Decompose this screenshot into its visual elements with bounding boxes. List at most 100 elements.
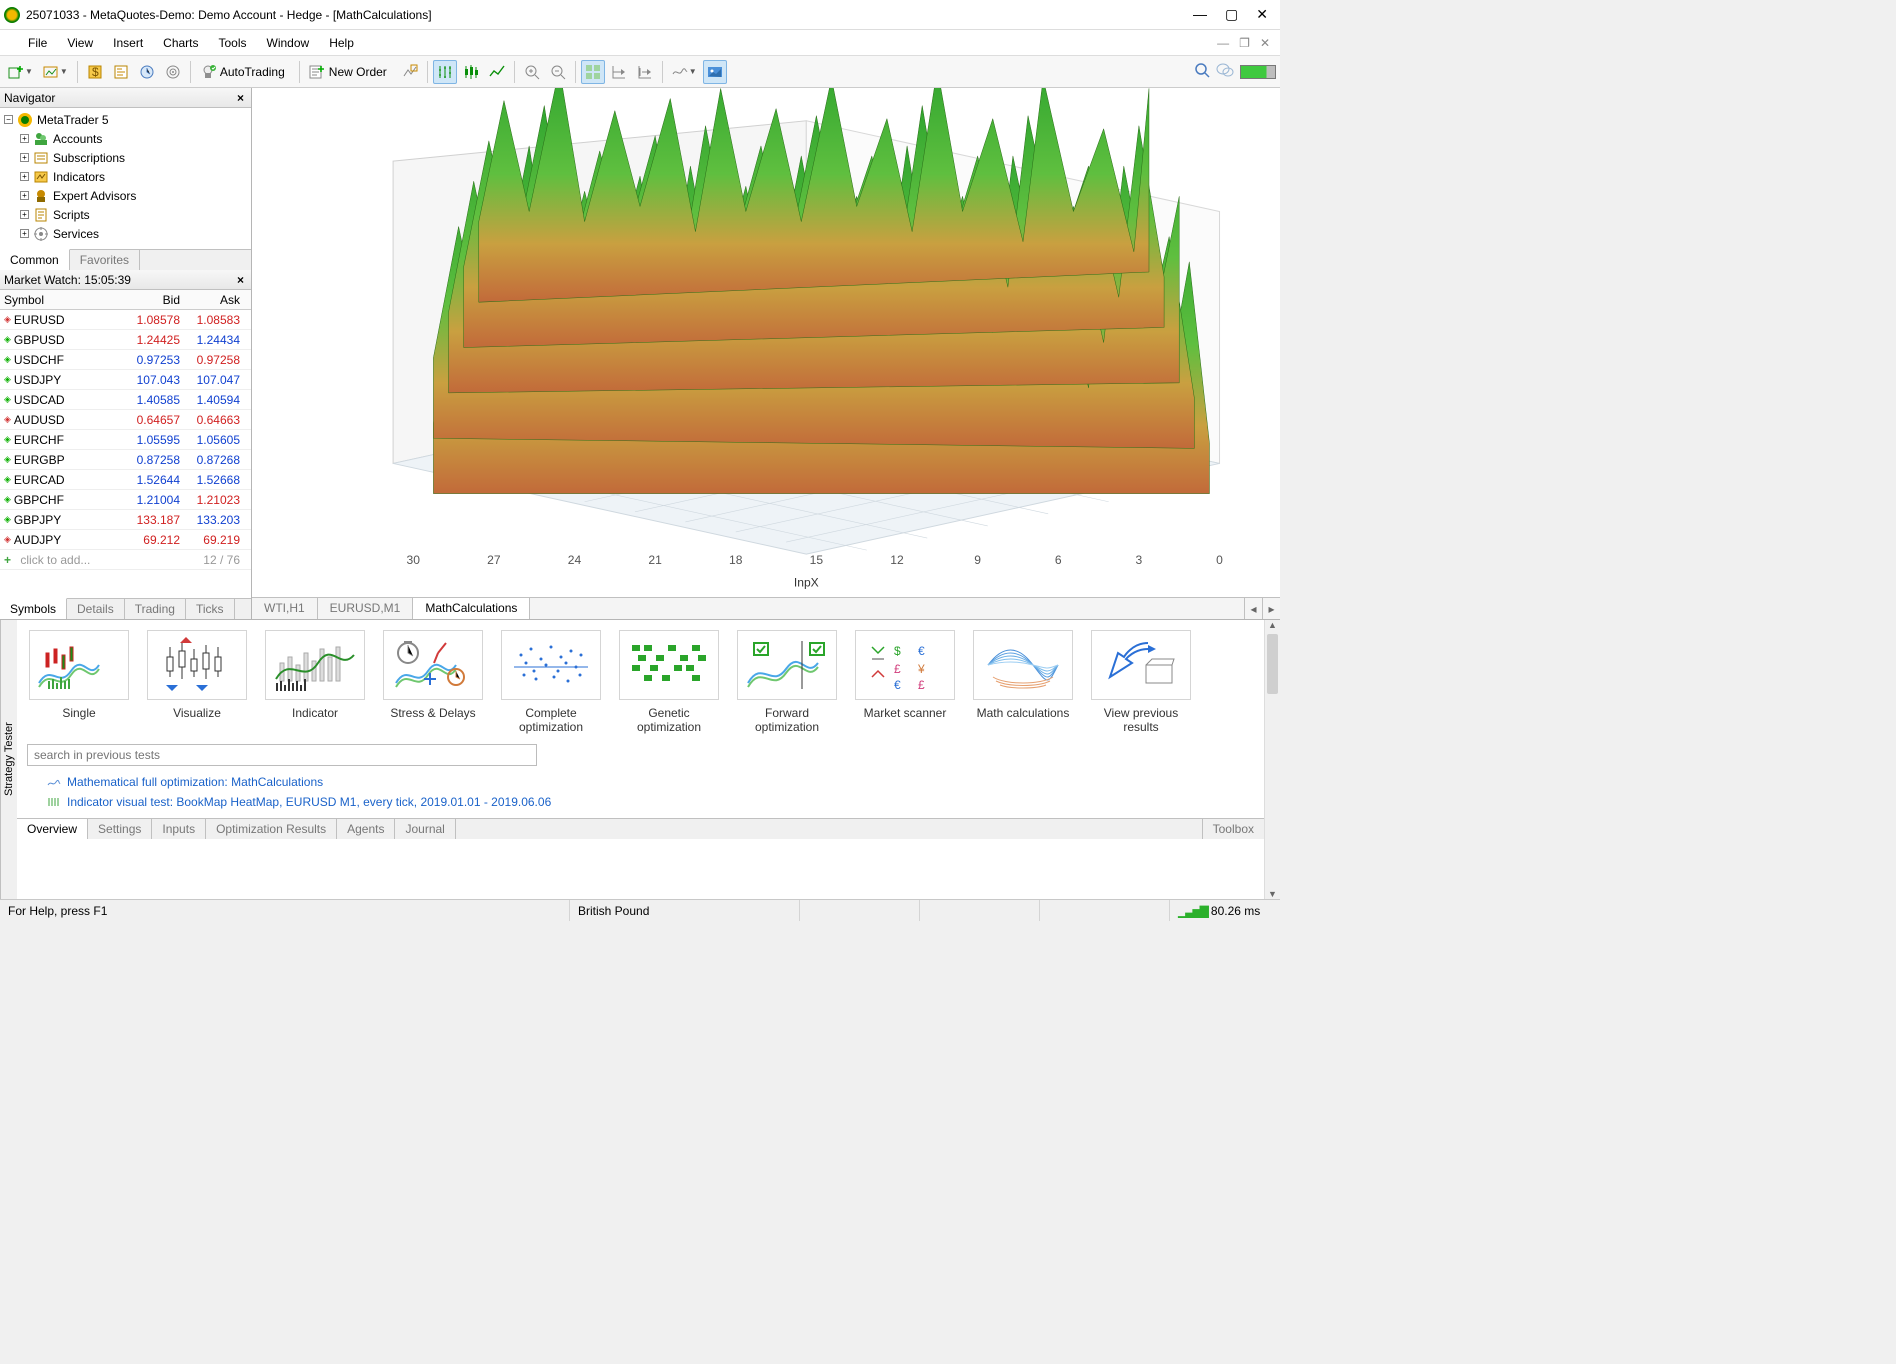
tester-mode-card[interactable]: Indicator: [263, 630, 367, 734]
tester-mode-card[interactable]: Complete optimization: [499, 630, 603, 734]
tester-mode-card[interactable]: $€£¥€£Market scanner: [853, 630, 957, 734]
maximize-button[interactable]: ▢: [1225, 6, 1238, 23]
mw-tab-symbols[interactable]: Symbols: [0, 598, 67, 619]
new-chart-button[interactable]: ▼: [4, 60, 37, 84]
market-watch-row[interactable]: ◈ USDCAD1.405851.40594: [0, 390, 251, 410]
market-watch-close-icon[interactable]: ×: [234, 273, 247, 287]
svg-text:3: 3: [1136, 553, 1143, 567]
mdi-restore-icon[interactable]: ❐: [1239, 36, 1250, 50]
tester-tab-optresults[interactable]: Optimization Results: [206, 819, 337, 839]
tester-scrollbar[interactable]: ▲▼: [1264, 620, 1280, 899]
market-watch-row[interactable]: ◈ AUDJPY69.21269.219: [0, 530, 251, 550]
search-previous-input[interactable]: [27, 744, 537, 766]
chat-icon[interactable]: [1216, 62, 1234, 81]
auto-scroll-button[interactable]: [581, 60, 605, 84]
mw-tab-ticks[interactable]: Ticks: [186, 599, 235, 619]
bar-chart-button[interactable]: [433, 60, 457, 84]
chart-shift-button[interactable]: [607, 60, 631, 84]
menu-window[interactable]: Window: [267, 36, 310, 50]
tester-tab-inputs[interactable]: Inputs: [152, 819, 206, 839]
chart-tab-mathcalc[interactable]: MathCalculations: [413, 598, 530, 619]
chart-tab-wti[interactable]: WTI,H1: [252, 598, 318, 619]
nav-services[interactable]: +Services: [0, 224, 251, 243]
tabs-scroll-right-icon[interactable]: ▸: [1262, 598, 1280, 619]
tester-mode-card[interactable]: Math calculations: [971, 630, 1075, 734]
navigator-tree[interactable]: −MetaTrader 5 +Accounts +Subscriptions +…: [0, 108, 251, 249]
search-icon[interactable]: [1194, 62, 1210, 81]
market-watch-panel: Market Watch: 15:05:39× Symbol Bid Ask ◈…: [0, 270, 251, 619]
autotrading-button[interactable]: AutoTrading: [196, 60, 294, 84]
nav-subscriptions[interactable]: +Subscriptions: [0, 148, 251, 167]
navigator-tab-favorites[interactable]: Favorites: [70, 250, 140, 270]
menu-charts[interactable]: Charts: [163, 36, 198, 50]
market-watch-row[interactable]: ◈ AUDUSD0.646570.64663: [0, 410, 251, 430]
mdi-minimize-icon[interactable]: —: [1217, 36, 1229, 50]
step-by-step-button[interactable]: [633, 60, 657, 84]
nav-scripts[interactable]: +Scripts: [0, 205, 251, 224]
menu-view[interactable]: View: [67, 36, 93, 50]
market-watch-row[interactable]: ◈ EURGBP0.872580.87268: [0, 450, 251, 470]
menubar: File View Insert Charts Tools Window Hel…: [0, 30, 1280, 56]
menu-help[interactable]: Help: [329, 36, 354, 50]
mode-thumb-icon: [973, 630, 1073, 700]
zoom-in-button[interactable]: [520, 60, 544, 84]
profiles-button[interactable]: ▼: [39, 60, 72, 84]
market-watch-row[interactable]: ◈ EURUSD1.085781.08583: [0, 310, 251, 330]
chart-3d-surface[interactable]: 302724211815129630 InpX: [252, 88, 1280, 597]
market-watch-row[interactable]: ◈ EURCHF1.055951.05605: [0, 430, 251, 450]
chart-tab-eurusd[interactable]: EURUSD,M1: [318, 598, 414, 619]
tester-mode-card[interactable]: Single: [27, 630, 131, 734]
tester-vertical-label: Strategy Tester: [0, 620, 17, 899]
tester-tab-overview[interactable]: Overview: [17, 819, 88, 839]
market-watch-row[interactable]: ◈ EURCAD1.526441.52668: [0, 470, 251, 490]
menu-insert[interactable]: Insert: [113, 36, 143, 50]
nav-accounts[interactable]: +Accounts: [0, 129, 251, 148]
datawindow-button[interactable]: [135, 60, 159, 84]
market-watch-add-row[interactable]: + click to add... 12 / 76: [0, 550, 251, 570]
nav-expert-advisors[interactable]: +Expert Advisors: [0, 186, 251, 205]
new-order-button[interactable]: New Order: [305, 60, 396, 84]
templates-button[interactable]: [703, 60, 727, 84]
mdi-close-icon[interactable]: ✕: [1260, 36, 1270, 50]
strategy-tester-button[interactable]: [161, 60, 185, 84]
tester-toolbox-label[interactable]: Toolbox: [1202, 819, 1264, 839]
tester-mode-card[interactable]: Stress & Delays: [381, 630, 485, 734]
market-watch-row[interactable]: ◈ GBPUSD1.244251.24434: [0, 330, 251, 350]
connection-indicator[interactable]: [1240, 65, 1276, 79]
history-link[interactable]: Mathematical full optimization: MathCalc…: [47, 772, 1254, 792]
tabs-scroll-left-icon[interactable]: ◂: [1244, 598, 1262, 619]
navigator-tab-common[interactable]: Common: [0, 249, 70, 270]
navigator-close-icon[interactable]: ×: [234, 91, 247, 105]
market-watch-row[interactable]: ◈ USDCHF0.972530.97258: [0, 350, 251, 370]
line-chart-button[interactable]: [485, 60, 509, 84]
mw-tab-details[interactable]: Details: [67, 599, 125, 619]
minimize-button[interactable]: —: [1193, 6, 1207, 23]
mw-tab-trading[interactable]: Trading: [125, 599, 186, 619]
tester-mode-card[interactable]: Visualize: [145, 630, 249, 734]
navigator-title: Navigator: [4, 91, 55, 105]
mode-thumb-icon: [147, 630, 247, 700]
nav-indicators[interactable]: +Indicators: [0, 167, 251, 186]
zoom-out-button[interactable]: [546, 60, 570, 84]
svg-text:€: €: [894, 678, 901, 692]
tester-mode-card[interactable]: View previous results: [1089, 630, 1193, 734]
mql-wizard-button[interactable]: [398, 60, 422, 84]
tester-mode-card[interactable]: Genetic optimization: [617, 630, 721, 734]
candlesticks-button[interactable]: [459, 60, 483, 84]
tester-mode-card[interactable]: Forward optimization: [735, 630, 839, 734]
tester-tab-journal[interactable]: Journal: [395, 819, 455, 839]
navigator-button[interactable]: [109, 60, 133, 84]
menu-tools[interactable]: Tools: [219, 36, 247, 50]
market-watch-row[interactable]: ◈ GBPCHF1.210041.21023: [0, 490, 251, 510]
tester-tab-agents[interactable]: Agents: [337, 819, 395, 839]
nav-root[interactable]: −MetaTrader 5: [0, 110, 251, 129]
menu-file[interactable]: File: [28, 36, 47, 50]
chart-xaxis-label: InpX: [794, 575, 819, 589]
tester-tab-settings[interactable]: Settings: [88, 819, 152, 839]
indicators-button[interactable]: ▼: [668, 60, 701, 84]
market-watch-row[interactable]: ◈ USDJPY107.043107.047: [0, 370, 251, 390]
market-watch-row[interactable]: ◈ GBPJPY133.187133.203: [0, 510, 251, 530]
close-button[interactable]: ✕: [1256, 6, 1268, 23]
history-link[interactable]: Indicator visual test: BookMap HeatMap, …: [47, 792, 1254, 812]
market-watch-button[interactable]: $: [83, 60, 107, 84]
